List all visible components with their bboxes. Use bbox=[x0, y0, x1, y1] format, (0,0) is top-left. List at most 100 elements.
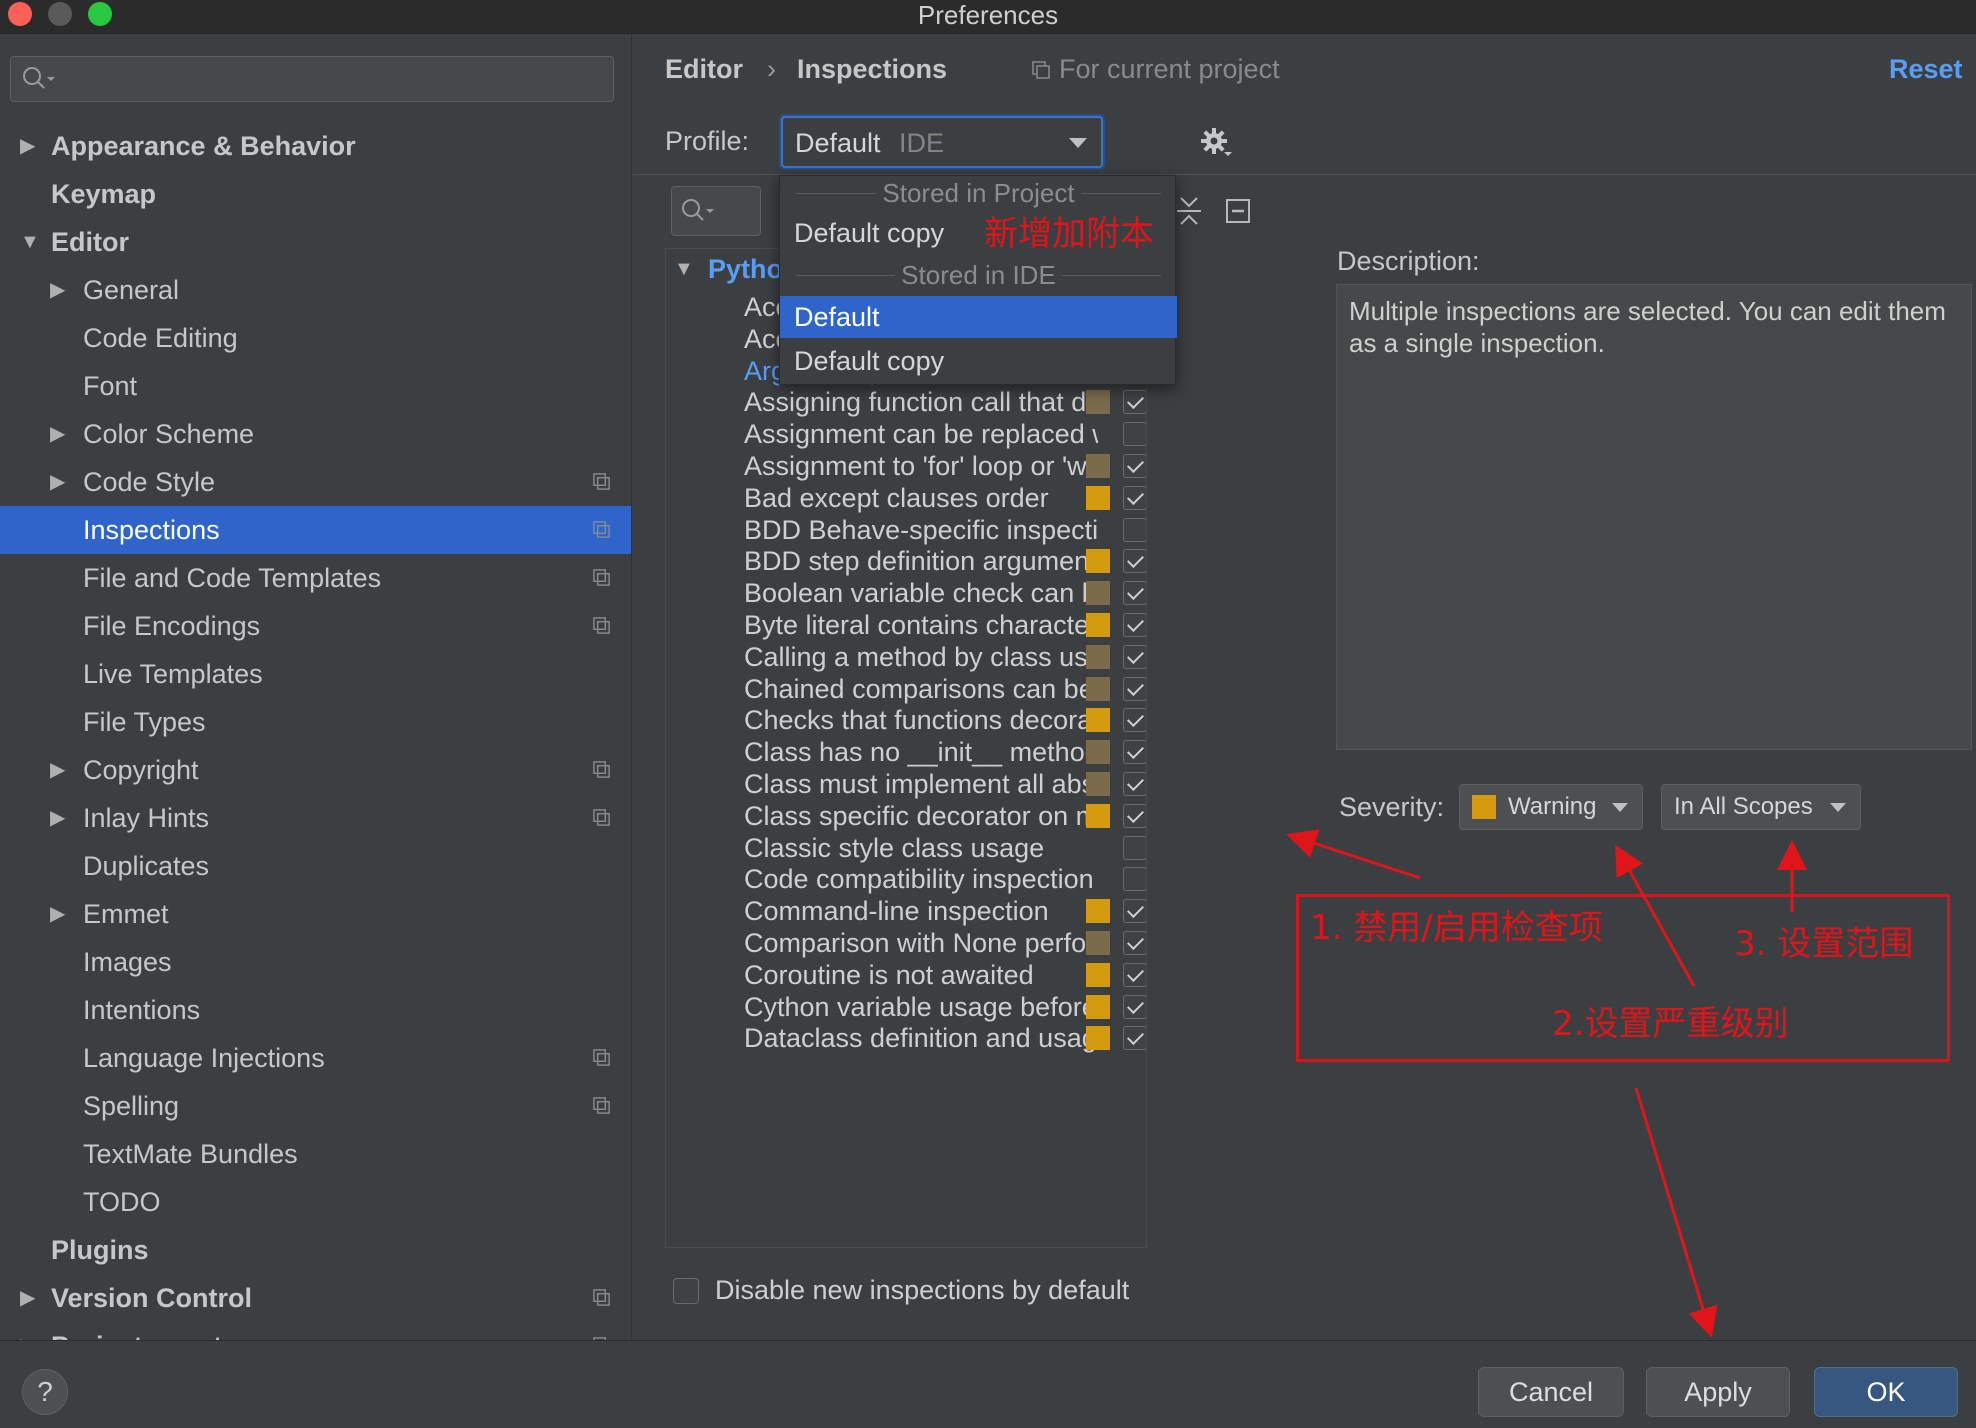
sidebar-item-todo[interactable]: TODO bbox=[0, 1178, 631, 1226]
sidebar-item-images[interactable]: Images bbox=[0, 938, 631, 986]
chevron-right-icon[interactable]: ▶ bbox=[50, 458, 65, 506]
sidebar-item-keymap[interactable]: Keymap bbox=[0, 170, 631, 218]
inspection-checkbox[interactable] bbox=[1123, 390, 1146, 415]
chevron-right-icon[interactable]: ▶ bbox=[20, 122, 35, 170]
profile-label: Profile: bbox=[665, 126, 750, 156]
inspection-checkbox[interactable] bbox=[1123, 931, 1146, 955]
cancel-button[interactable]: Cancel bbox=[1478, 1367, 1624, 1417]
project-scope-icon bbox=[1032, 61, 1050, 79]
sidebar-item-general[interactable]: ▶ General bbox=[0, 266, 631, 314]
inspection-checkbox[interactable] bbox=[1123, 1026, 1146, 1051]
collapse-all-icon[interactable] bbox=[1225, 198, 1251, 224]
chevron-down-icon bbox=[1069, 138, 1087, 148]
chevron-right-icon[interactable]: ▶ bbox=[20, 1322, 35, 1340]
sidebar-item-file-types[interactable]: File Types bbox=[0, 698, 631, 746]
reset-link[interactable]: Reset bbox=[1889, 52, 1963, 86]
inspection-checkbox[interactable] bbox=[1123, 422, 1146, 447]
help-button[interactable]: ? bbox=[22, 1369, 68, 1415]
chevron-down-icon[interactable]: ▼ bbox=[20, 218, 40, 266]
inspection-row[interactable]: Dataclass definition and usages bbox=[666, 1018, 1146, 1058]
inspection-checkbox[interactable] bbox=[1123, 708, 1146, 733]
inspection-checkbox[interactable] bbox=[1123, 740, 1146, 765]
breadcrumb-editor[interactable]: Editor bbox=[665, 52, 743, 86]
inspection-checkbox[interactable] bbox=[1123, 485, 1146, 510]
chevron-down-icon bbox=[1830, 803, 1846, 812]
severity-swatch bbox=[1086, 740, 1110, 765]
sidebar-item-intentions[interactable]: Intentions bbox=[0, 986, 631, 1034]
popup-item-ide-copy[interactable]: Default copy bbox=[780, 340, 1177, 382]
sidebar-item-label: Duplicates bbox=[83, 851, 210, 881]
inspection-checkbox[interactable] bbox=[1123, 644, 1146, 669]
sidebar-item-emmet[interactable]: ▶ Emmet bbox=[0, 890, 631, 938]
gear-icon[interactable] bbox=[1199, 126, 1233, 160]
sidebar-item-version-control[interactable]: ▶ Version Control bbox=[0, 1274, 631, 1322]
profile-value: Default bbox=[795, 128, 881, 158]
project-scope-icon bbox=[593, 473, 610, 490]
sidebar-item-label: TODO bbox=[83, 1187, 161, 1217]
inspection-checkbox[interactable] bbox=[1123, 994, 1146, 1019]
sidebar-item-label: Intentions bbox=[83, 995, 201, 1025]
sidebar-item-project-master[interactable]: ▶ Project: master bbox=[0, 1322, 631, 1340]
sidebar-item-plugins[interactable]: Plugins bbox=[0, 1226, 631, 1274]
popup-item-default[interactable]: Default bbox=[780, 296, 1177, 338]
chevron-right-icon[interactable]: ▶ bbox=[50, 410, 65, 458]
inspection-search-input[interactable] bbox=[671, 186, 761, 236]
chevron-down-icon[interactable]: ▼ bbox=[674, 251, 694, 287]
inspection-checkbox[interactable] bbox=[1123, 899, 1146, 924]
expand-all-icon[interactable] bbox=[1175, 196, 1203, 226]
disable-new-inspections-label: Disable new inspections by default bbox=[715, 1275, 1130, 1305]
scope-dropdown[interactable]: In All Scopes bbox=[1661, 784, 1861, 830]
title-bar: Preferences bbox=[0, 0, 1976, 34]
inspection-checkbox[interactable] bbox=[1123, 835, 1146, 860]
severity-dropdown[interactable]: Warning bbox=[1459, 784, 1643, 830]
sidebar-item-live-templates[interactable]: Live Templates bbox=[0, 650, 631, 698]
inspection-checkbox[interactable] bbox=[1123, 613, 1146, 637]
sidebar-item-copyright[interactable]: ▶ Copyright bbox=[0, 746, 631, 794]
inspection-checkbox[interactable] bbox=[1123, 962, 1146, 987]
severity-swatch bbox=[1086, 644, 1110, 669]
sidebar-item-file-encodings[interactable]: File Encodings bbox=[0, 602, 631, 650]
profile-dropdown[interactable]: Default IDE bbox=[781, 116, 1103, 168]
scope-value: In All Scopes bbox=[1674, 793, 1813, 820]
chevron-right-icon[interactable]: ▶ bbox=[20, 1274, 35, 1322]
inspection-checkbox[interactable] bbox=[1123, 517, 1146, 542]
apply-button[interactable]: Apply bbox=[1646, 1367, 1790, 1417]
settings-tree: ▶ Appearance & Behavior Keymap ▼ Editor ▶ Gene… bbox=[0, 122, 631, 1340]
sidebar-item-label: TextMate Bundles bbox=[83, 1139, 298, 1169]
chevron-right-icon[interactable]: ▶ bbox=[50, 746, 65, 794]
inspection-checkbox[interactable] bbox=[1123, 549, 1146, 574]
sidebar-item-language-injections[interactable]: Language Injections bbox=[0, 1034, 631, 1082]
inspection-checkbox[interactable] bbox=[1123, 772, 1146, 796]
sidebar-item-label: Appearance & Behavior bbox=[51, 131, 356, 161]
sidebar-item-label: Editor bbox=[51, 227, 129, 257]
disable-new-inspections-checkbox[interactable] bbox=[673, 1278, 699, 1304]
sidebar-item-duplicates[interactable]: Duplicates bbox=[0, 842, 631, 890]
project-scope-icon bbox=[593, 569, 610, 586]
inspection-checkbox[interactable] bbox=[1123, 581, 1146, 606]
settings-sidebar: ▶ Appearance & Behavior Keymap ▼ Editor ▶ Gene… bbox=[0, 34, 632, 1340]
sidebar-item-font[interactable]: Font bbox=[0, 362, 631, 410]
chevron-right-icon[interactable]: ▶ bbox=[50, 890, 65, 938]
inspection-checkbox[interactable] bbox=[1123, 454, 1146, 478]
inspection-group-label: Pytho bbox=[708, 254, 784, 284]
sidebar-item-code-editing[interactable]: Code Editing bbox=[0, 314, 631, 362]
chevron-right-icon[interactable]: ▶ bbox=[50, 794, 65, 842]
ok-button[interactable]: OK bbox=[1814, 1367, 1958, 1417]
project-scope-icon bbox=[593, 521, 610, 538]
sidebar-item-appearance-behavior[interactable]: ▶ Appearance & Behavior bbox=[0, 122, 631, 170]
inspection-checkbox[interactable] bbox=[1123, 676, 1146, 701]
sidebar-item-code-style[interactable]: ▶ Code Style bbox=[0, 458, 631, 506]
sidebar-item-spelling[interactable]: Spelling bbox=[0, 1082, 631, 1130]
chevron-right-icon[interactable]: ▶ bbox=[50, 266, 65, 314]
sidebar-item-textmate-bundles[interactable]: TextMate Bundles bbox=[0, 1130, 631, 1178]
sidebar-item-inspections[interactable]: Inspections bbox=[0, 506, 631, 554]
sidebar-item-color-scheme[interactable]: ▶ Color Scheme bbox=[0, 410, 631, 458]
sidebar-item-editor[interactable]: ▼ Editor bbox=[0, 218, 631, 266]
sidebar-item-inlay-hints[interactable]: ▶ Inlay Hints bbox=[0, 794, 631, 842]
sidebar-item-label: Inlay Hints bbox=[83, 803, 210, 833]
settings-search-input[interactable] bbox=[10, 56, 614, 102]
sidebar-item-file-and-code-templates[interactable]: File and Code Templates bbox=[0, 554, 631, 602]
inspection-checkbox[interactable] bbox=[1123, 867, 1146, 892]
sidebar-item-label: Emmet bbox=[83, 899, 169, 929]
inspection-checkbox[interactable] bbox=[1123, 803, 1146, 828]
